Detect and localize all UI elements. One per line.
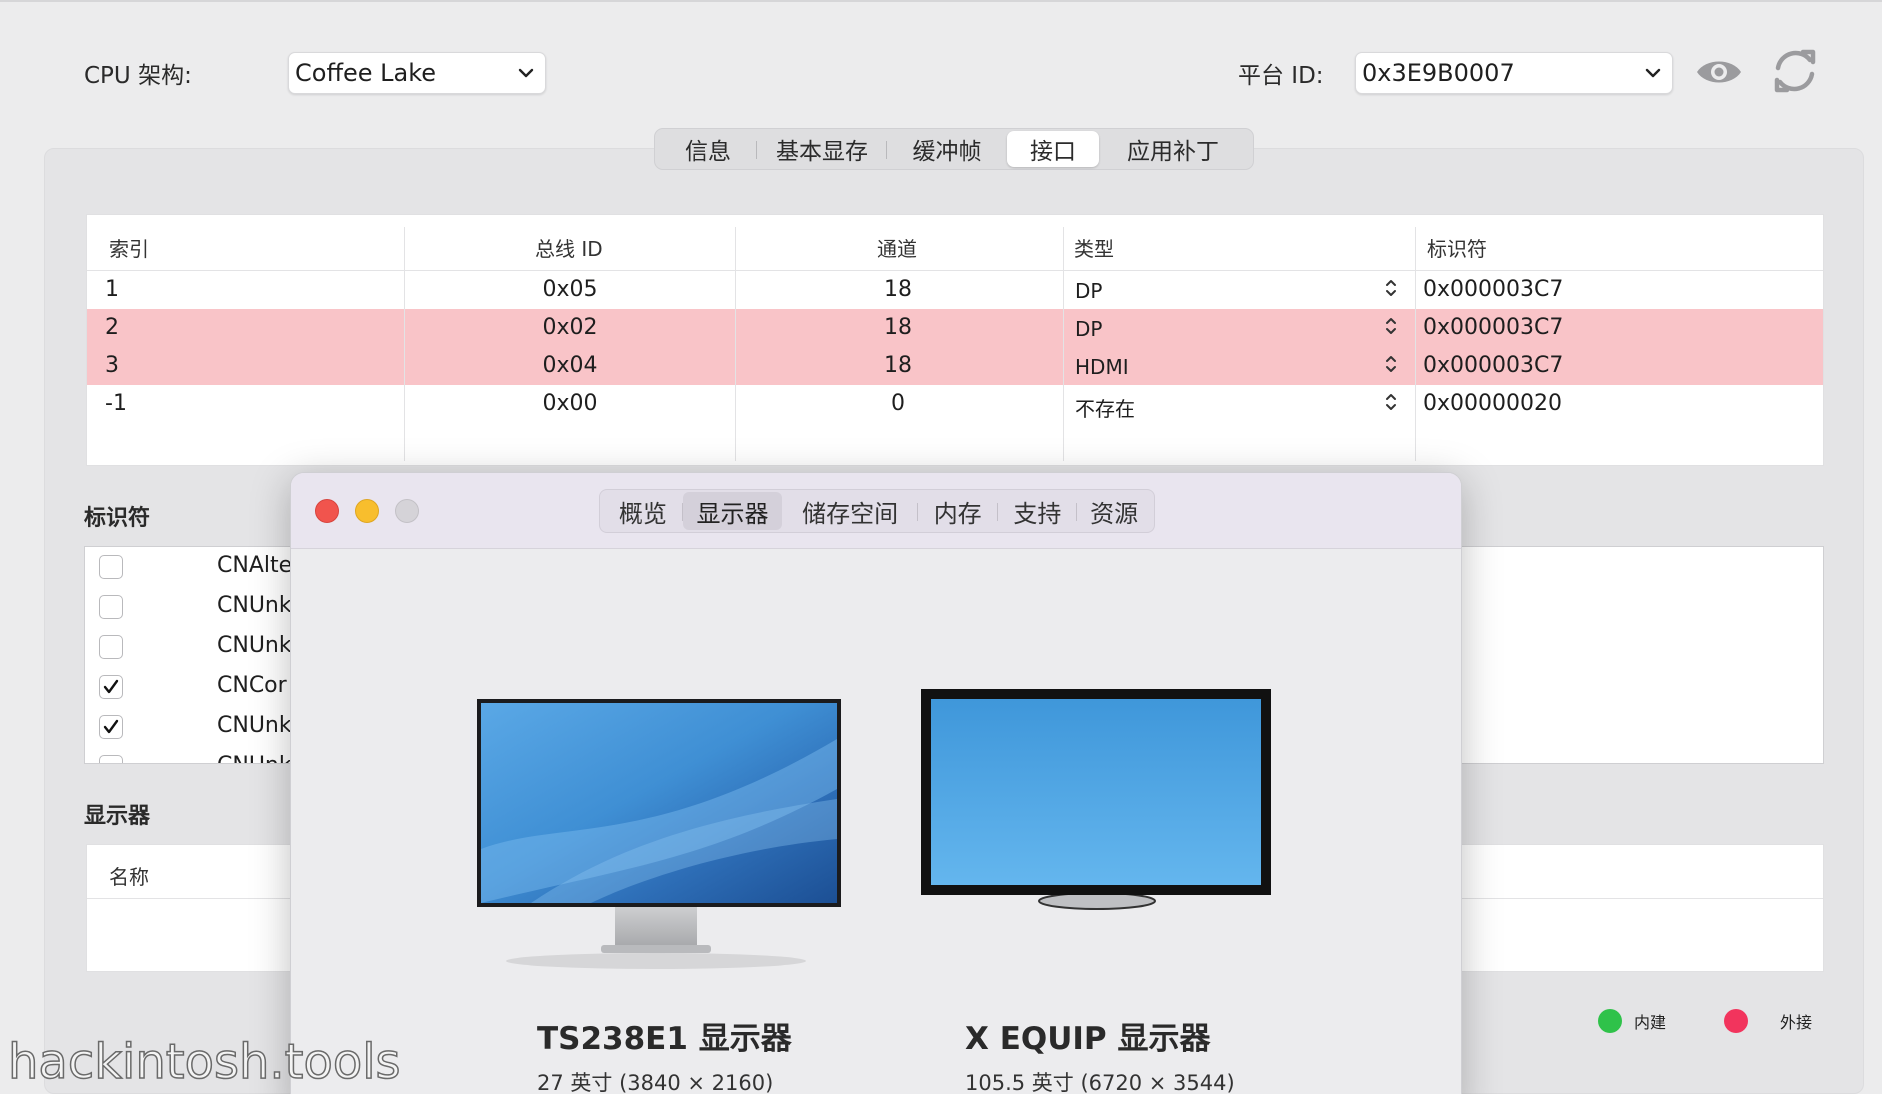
- checkmark-icon: [103, 719, 119, 734]
- tab-storage[interactable]: 储存空间: [782, 492, 918, 530]
- column-header-pipe[interactable]: 通道: [877, 233, 917, 262]
- checkmark-icon: [103, 679, 119, 694]
- cell-pipe: 18: [884, 277, 912, 302]
- cell-type[interactable]: 不存在: [1075, 393, 1135, 422]
- refresh-icon[interactable]: [1770, 46, 1820, 96]
- identifier-label: CNAlte: [217, 553, 293, 578]
- table-row[interactable]: 1 0x05 18 DP 0x000003C7: [87, 271, 1823, 309]
- checkbox[interactable]: [99, 595, 123, 619]
- legend-builtin: 内建: [1598, 1006, 1666, 1036]
- close-button[interactable]: [315, 499, 339, 523]
- cell-type[interactable]: DP: [1075, 317, 1102, 341]
- chevron-down-icon: [513, 60, 539, 86]
- checkbox[interactable]: [99, 635, 123, 659]
- cpu-architecture-label: CPU 架构:: [84, 63, 192, 89]
- legend-external: 外接: [1724, 1006, 1812, 1036]
- cell-flags: 0x000003C7: [1423, 353, 1564, 378]
- identifier-label: CNUnk: [217, 633, 292, 658]
- connectors-table: 索引 总线 ID 通道 类型 标识符 1 0x05 18 DP 0x000003…: [86, 214, 1824, 466]
- legend-external-label: 外接: [1780, 1013, 1813, 1032]
- chevron-down-icon: [1640, 60, 1666, 86]
- watermark: hackintosh.tools: [7, 1033, 401, 1091]
- identifier-label: CNUnk: [217, 713, 292, 738]
- cell-index: -1: [105, 391, 127, 416]
- window-tab-bar: 概览 显示器 储存空间 内存 支持 资源: [599, 489, 1155, 533]
- tab-overview[interactable]: 概览: [603, 492, 683, 530]
- cell-bus-id: 0x04: [542, 353, 598, 378]
- column-divider: [735, 227, 736, 461]
- red-dot-icon: [1724, 1009, 1748, 1033]
- cell-index: 2: [105, 315, 119, 340]
- column-divider: [1063, 227, 1064, 461]
- platform-id-value: 0x3E9B0007: [1362, 59, 1515, 87]
- identifiers-section-title: 标识符: [84, 506, 151, 531]
- tab-apply-patches[interactable]: 应用补丁: [1099, 131, 1247, 167]
- cell-bus-id: 0x02: [542, 315, 598, 340]
- table-row[interactable]: 3 0x04 18 HDMI 0x000003C7: [87, 347, 1823, 385]
- stepper-icon[interactable]: [1384, 353, 1398, 375]
- monitor-2-name: X EQUIP 显示器: [965, 1021, 1211, 1057]
- tab-support[interactable]: 支持: [998, 492, 1078, 530]
- tab-framebuffer[interactable]: 缓冲帧: [887, 131, 1007, 167]
- tab-resources[interactable]: 资源: [1077, 492, 1151, 530]
- green-dot-icon: [1598, 1009, 1622, 1033]
- monitor-2-spec: 105.5 英寸 (6720 × 3544): [965, 1071, 1235, 1094]
- cpu-architecture-value: Coffee Lake: [295, 59, 437, 87]
- tab-info[interactable]: 信息: [659, 131, 757, 167]
- stepper-icon[interactable]: [1384, 391, 1398, 413]
- cell-pipe: 18: [884, 353, 912, 378]
- cell-index: 1: [105, 277, 119, 302]
- table-header: 索引 总线 ID 通道 类型 标识符: [87, 215, 1823, 271]
- checkbox-checked[interactable]: [99, 675, 123, 699]
- table-row[interactable]: 2 0x02 18 DP 0x000003C7: [87, 309, 1823, 347]
- checkbox[interactable]: [99, 555, 123, 579]
- cell-type[interactable]: DP: [1075, 279, 1102, 303]
- cell-bus-id: 0x00: [542, 391, 598, 416]
- tv-display-icon: [921, 689, 1271, 910]
- window-titlebar[interactable]: 概览 显示器 储存空间 内存 支持 资源: [291, 473, 1461, 549]
- minimize-button[interactable]: [355, 499, 379, 523]
- monitor-1-spec: 27 英寸 (3840 × 2160): [537, 1071, 774, 1094]
- tab-basic-vram[interactable]: 基本显存: [757, 131, 887, 167]
- column-header-bus-id[interactable]: 总线 ID: [535, 233, 603, 262]
- eye-icon[interactable]: [1694, 54, 1744, 90]
- identifier-label: CNUnk: [217, 753, 292, 763]
- checkbox-checked[interactable]: [99, 715, 123, 739]
- legend-builtin-label: 内建: [1634, 1013, 1667, 1032]
- displays-section-title: 显示器: [84, 804, 151, 829]
- column-header-type[interactable]: 类型: [1074, 233, 1114, 262]
- platform-id-select[interactable]: 0x3E9B0007: [1355, 52, 1673, 94]
- monitor-1-name: TS238E1 显示器: [537, 1021, 792, 1057]
- main-tab-bar: 信息 基本显存 缓冲帧 接口 应用补丁: [654, 128, 1254, 170]
- cell-flags: 0x000003C7: [1423, 315, 1564, 340]
- tab-connectors[interactable]: 接口: [1007, 131, 1099, 167]
- cell-bus-id: 0x05: [542, 277, 598, 302]
- cpu-architecture-select[interactable]: Coffee Lake: [288, 52, 546, 94]
- checkbox[interactable]: [99, 755, 123, 763]
- about-this-mac-window: 概览 显示器 储存空间 内存 支持 资源 TS238E1 显示器 27 英寸 (…: [290, 472, 1462, 1094]
- tab-displays[interactable]: 显示器: [682, 492, 783, 530]
- column-divider: [1415, 227, 1416, 461]
- identifier-label: CNCor: [217, 673, 287, 698]
- cell-flags: 0x000003C7: [1423, 277, 1564, 302]
- column-header-flags[interactable]: 标识符: [1427, 233, 1487, 262]
- stepper-icon[interactable]: [1384, 315, 1398, 337]
- cell-type[interactable]: HDMI: [1075, 355, 1129, 379]
- tab-memory[interactable]: 内存: [918, 492, 998, 530]
- cell-pipe: 18: [884, 315, 912, 340]
- stepper-icon[interactable]: [1384, 277, 1398, 299]
- zoom-button[interactable]: [395, 499, 419, 523]
- column-header-name[interactable]: 名称: [109, 861, 149, 890]
- monitor-with-stand-icon: [477, 699, 841, 969]
- cell-pipe: 0: [891, 391, 905, 416]
- platform-id-label: 平台 ID:: [1238, 63, 1324, 89]
- cell-index: 3: [105, 353, 119, 378]
- top-border: [0, 0, 1882, 2]
- identifier-label: CNUnk: [217, 593, 292, 618]
- column-divider: [404, 227, 405, 461]
- cell-flags: 0x00000020: [1423, 391, 1562, 416]
- table-row[interactable]: -1 0x00 0 不存在 0x00000020: [87, 385, 1823, 423]
- column-header-index[interactable]: 索引: [109, 233, 149, 262]
